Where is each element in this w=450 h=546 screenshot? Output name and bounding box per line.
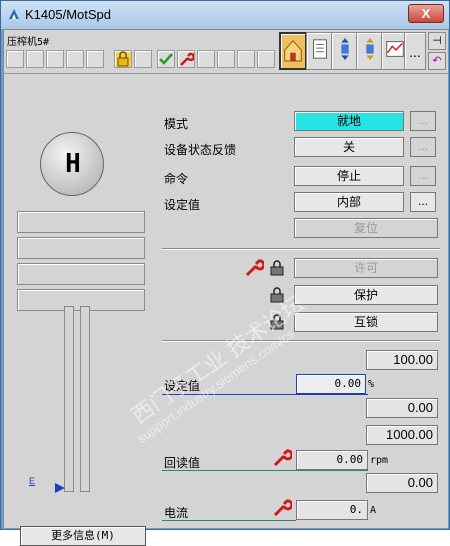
setpoint-field[interactable]: 0.00 (296, 374, 366, 394)
readback-low-limit: 0.00 (366, 473, 438, 493)
setpoint-low-limit: 0.00 (366, 398, 438, 418)
lock-icon (270, 314, 284, 330)
wrench-icon (245, 259, 264, 277)
status-slot (237, 50, 255, 68)
limits-view-button[interactable] (331, 32, 359, 70)
back-button[interactable]: ↶ (428, 52, 446, 70)
toolbar: 压榨机5# ... ⊣ ↶ (4, 30, 448, 74)
faceplate-window: K1405/MotSpd X 压榨机5# ... ⊣ ↶ H E 更多信息(M)… (0, 0, 450, 546)
check-icon (157, 50, 175, 68)
lock-icon (270, 287, 284, 303)
status-slot (257, 50, 275, 68)
command-label: 命令 (164, 172, 189, 186)
window-title: K1405/MotSpd (25, 7, 112, 22)
close-button[interactable]: X (408, 4, 444, 23)
readback-high-limit: 1000.00 (366, 425, 438, 445)
scale-marker: E (29, 476, 36, 486)
home-view-button[interactable] (279, 32, 307, 70)
status-box (17, 263, 145, 285)
watermark-url: support.industry.siemens.com/cs (134, 325, 297, 447)
lock-status-icon (114, 50, 132, 68)
wrench-icon (273, 449, 292, 467)
setpoint-label: 设定值 (164, 379, 201, 393)
current-label: 电流 (164, 506, 189, 520)
status-slot (86, 50, 104, 68)
more-info-button[interactable]: 更多信息(M) (20, 526, 146, 546)
readback-unit: rpm (370, 455, 389, 466)
status-slot (197, 50, 215, 68)
permit-button[interactable]: 许可 (294, 258, 438, 278)
parameter-view-button[interactable] (306, 32, 334, 70)
setpoint-source-more-button[interactable]: ... (410, 192, 436, 212)
pin-button[interactable]: ⊣ (428, 32, 446, 50)
status-box (17, 237, 145, 259)
feedback-label: 设备状态反馈 (164, 143, 237, 157)
status-slot (46, 50, 64, 68)
setpoint-source-field[interactable]: 内部 (294, 192, 404, 212)
mode-field[interactable]: 就地 (294, 111, 404, 131)
setpoint-unit: % (368, 379, 375, 390)
status-slot (6, 50, 24, 68)
setpoint-source-label: 设定值 (164, 198, 201, 212)
feedback-more-button[interactable]: ... (410, 137, 436, 157)
limits2-view-button[interactable] (356, 32, 384, 70)
interlock-button[interactable]: 互锁 (294, 312, 438, 332)
status-slot (134, 50, 152, 68)
setpoint-bar (64, 306, 74, 492)
wrench-icon (273, 499, 292, 517)
status-slot (217, 50, 235, 68)
watermark-title: 西门子工业 技术论坛 (126, 291, 309, 429)
reset-button[interactable]: 复位 (294, 218, 438, 238)
faceplate-panel: H E 更多信息(M) 模式 就地 ... 设备状态反馈 关 ... 命令 停止… (4, 74, 448, 546)
current-unit: A (370, 505, 377, 516)
readback-underline (162, 470, 368, 471)
divider (162, 248, 440, 250)
readback-field: 0.00 (296, 450, 368, 470)
divider (162, 340, 440, 342)
wrench-icon (177, 50, 196, 68)
current-underline (162, 520, 296, 521)
mode-label: 模式 (164, 117, 189, 131)
setpoint-high-limit: 100.00 (366, 350, 438, 370)
status-box (17, 211, 145, 233)
status-slot (26, 50, 44, 68)
lock-icon (270, 260, 284, 276)
readback-label: 回读值 (164, 456, 201, 470)
faceplate-client: 压榨机5# ... ⊣ ↶ H E 更多信息(M) 模式 就地 ... 设备状态… (3, 29, 448, 546)
feedback-field[interactable]: 关 (294, 137, 404, 157)
more-views-button[interactable]: ... (404, 32, 426, 70)
command-field[interactable]: 停止 (294, 166, 404, 186)
current-field: 0. (296, 500, 368, 520)
title-bar[interactable]: K1405/MotSpd X (1, 1, 449, 29)
readback-bar (80, 306, 90, 492)
device-label: 压榨机5# (7, 37, 50, 48)
command-more-button[interactable]: ... (410, 166, 436, 186)
status-slot (66, 50, 84, 68)
mode-more-button[interactable]: ... (410, 111, 436, 131)
setpoint-underline (162, 394, 368, 395)
scale-pointer-icon (55, 483, 65, 493)
motor-symbol-icon: H (40, 132, 104, 196)
protect-button[interactable]: 保护 (294, 285, 438, 305)
app-icon (9, 9, 19, 19)
